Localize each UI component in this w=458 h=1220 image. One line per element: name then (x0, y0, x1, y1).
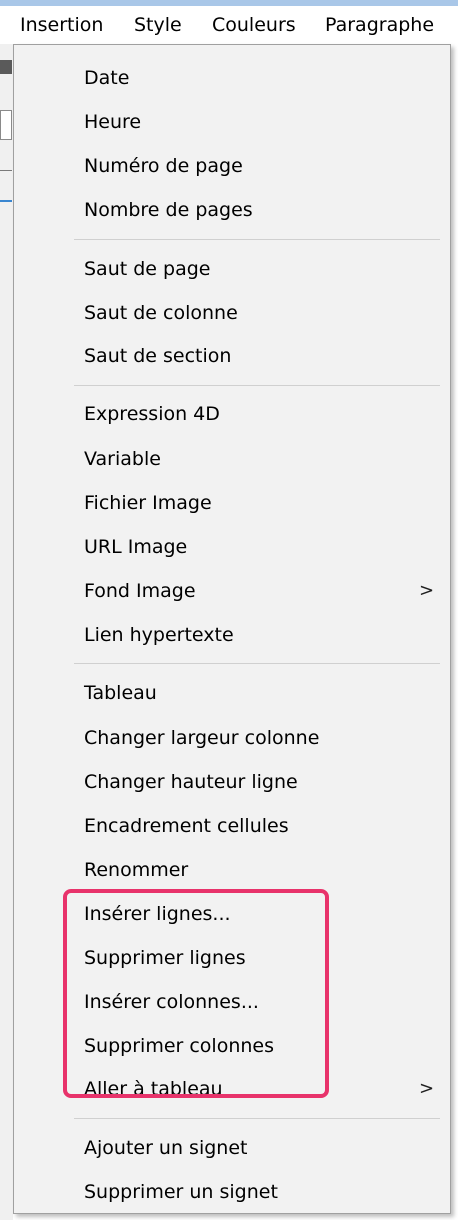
menu-separator (74, 663, 440, 664)
menu-item-variable[interactable]: Variable (14, 439, 450, 479)
menu-item-label: Insérer colonnes... (84, 991, 259, 1013)
menu-item-label: Ajouter un signet (84, 1137, 248, 1159)
menu-item-label: Fichier Image (84, 492, 212, 514)
menu-item-fond-image[interactable]: Fond Image > (14, 571, 450, 611)
menu-item-label: Saut de colonne (84, 302, 238, 324)
menu-item-supprimer-un-signet[interactable]: Supprimer un signet (14, 1172, 450, 1212)
menu-item-label: Expression 4D (84, 403, 220, 425)
menu-item-label: Date (84, 67, 130, 89)
menu-separator (74, 239, 440, 240)
menu-item-label: Renommer (84, 859, 189, 881)
toolbar-icon-fragment (0, 60, 12, 74)
menu-bar: Insertion Style Couleurs Paragraphe (0, 6, 458, 44)
menu-item-expression-4d[interactable]: Expression 4D (14, 394, 450, 434)
menu-item-label: Saut de page (84, 258, 211, 280)
menu-item-renommer[interactable]: Renommer (14, 850, 450, 890)
menu-item-url-image[interactable]: URL Image (14, 527, 450, 567)
menu-item-label: Encadrement cellules (84, 815, 289, 837)
menu-item-label: Variable (84, 448, 161, 470)
menu-item-date[interactable]: Date (14, 58, 450, 98)
menu-item-supprimer-lignes[interactable]: Supprimer lignes (14, 938, 450, 978)
menu-item-inserer-colonnes[interactable]: Insérer colonnes... (14, 982, 450, 1022)
menu-item-supprimer-colonnes[interactable]: Supprimer colonnes (14, 1026, 450, 1066)
menu-item-label: Supprimer lignes (84, 947, 246, 969)
menubar-insertion[interactable]: Insertion (20, 6, 103, 44)
menu-item-numero-de-page[interactable]: Numéro de page (14, 146, 450, 186)
menu-item-label: Changer largeur colonne (84, 727, 320, 749)
insertion-dropdown-menu: Date Heure Numéro de page Nombre de page… (13, 44, 451, 1214)
menu-separator (74, 385, 440, 386)
menu-item-label: Saut de section (84, 345, 232, 367)
menu-item-label: Supprimer un signet (84, 1181, 278, 1203)
menu-item-label: URL Image (84, 536, 188, 558)
menu-item-label: Insérer lignes... (84, 903, 231, 925)
menu-item-saut-de-colonne[interactable]: Saut de colonne (14, 293, 450, 333)
menu-item-changer-largeur-colonne[interactable]: Changer largeur colonne (14, 718, 450, 758)
menu-separator (74, 1118, 440, 1119)
menu-item-label: Changer hauteur ligne (84, 771, 298, 793)
menu-item-label: Heure (84, 111, 142, 133)
menubar-paragraphe[interactable]: Paragraphe (325, 6, 434, 44)
menu-item-saut-de-section[interactable]: Saut de section (14, 336, 450, 376)
menu-item-label: Fond Image (84, 580, 196, 602)
menu-item-label: Numéro de page (84, 155, 243, 177)
menu-item-label: Lien hypertexte (84, 624, 234, 646)
menu-item-inserer-lignes[interactable]: Insérer lignes... (14, 894, 450, 934)
menu-item-saut-de-page[interactable]: Saut de page (14, 249, 450, 289)
submenu-arrow-icon: > (419, 1078, 435, 1099)
menu-item-lien-hypertexte[interactable]: Lien hypertexte (14, 615, 450, 655)
menu-item-encadrement-cellules[interactable]: Encadrement cellules (14, 806, 450, 846)
menu-item-fichier-image[interactable]: Fichier Image (14, 483, 450, 523)
menu-item-ajouter-un-signet[interactable]: Ajouter un signet (14, 1128, 450, 1168)
menu-item-nombre-de-pages[interactable]: Nombre de pages (14, 190, 450, 230)
field-fragment (0, 110, 12, 140)
menu-item-changer-hauteur-ligne[interactable]: Changer hauteur ligne (14, 762, 450, 802)
ruler-accent (0, 200, 12, 202)
ruler-tick (0, 170, 12, 171)
menu-item-label: Nombre de pages (84, 199, 253, 221)
menu-item-label: Supprimer colonnes (84, 1035, 275, 1057)
submenu-arrow-icon: > (419, 580, 435, 601)
menubar-style[interactable]: Style (134, 6, 182, 44)
menu-item-tableau[interactable]: Tableau (14, 673, 450, 713)
background-window-edge (0, 44, 13, 1220)
menubar-couleurs[interactable]: Couleurs (212, 6, 296, 44)
menu-item-aller-a-tableau[interactable]: Aller à tableau > (14, 1069, 450, 1109)
menu-item-heure[interactable]: Heure (14, 102, 450, 142)
menu-item-label: Aller à tableau (84, 1078, 223, 1100)
menu-item-label: Tableau (84, 682, 157, 704)
